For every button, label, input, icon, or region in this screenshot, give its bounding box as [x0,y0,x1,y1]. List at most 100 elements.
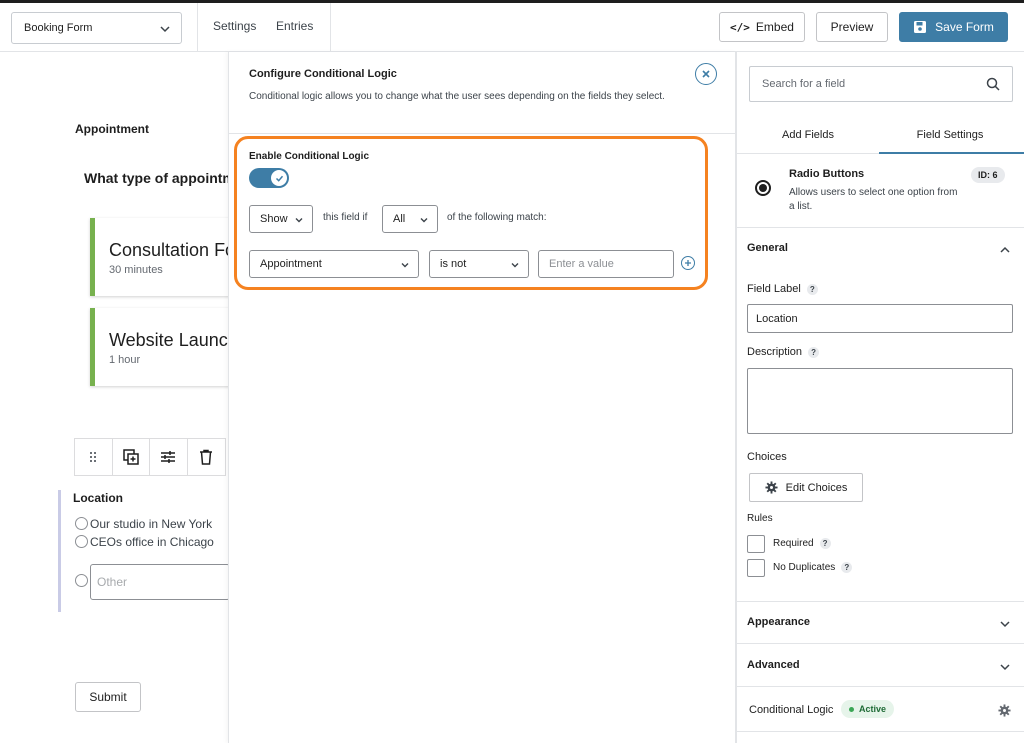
chevron-down-icon [420,218,428,223]
chevron-up-icon [1000,246,1010,253]
edit-choices-button[interactable]: Edit Choices [749,473,863,502]
help-icon[interactable]: ? [808,346,820,358]
toggle-knob [271,170,287,186]
action-select[interactable]: Show [249,205,313,233]
field-toolbar [74,438,226,476]
field-label-input[interactable] [747,304,1013,333]
tab-field-settings[interactable]: Field Settings [879,116,1024,154]
settings-sliders-icon[interactable] [150,439,188,475]
location-option-label: Our studio in New York [90,517,213,531]
tab-add-fields[interactable]: Add Fields [737,116,879,153]
required-checkbox[interactable] [747,535,765,553]
submit-button[interactable]: Submit [75,682,141,712]
location-option-label: CEOs office in Chicago [90,535,214,549]
choice-duration: 30 minutes [109,264,163,276]
rule-value-input[interactable] [538,250,674,278]
caption-text: Description [747,346,803,358]
section-title: Appointment [75,122,149,136]
modal-title: Configure Conditional Logic [249,68,397,80]
section-title: Conditional Logic [749,704,834,716]
section-title: Advanced [747,659,800,671]
close-modal-button[interactable] [695,63,717,85]
advanced-section-header[interactable]: Advanced [737,645,1024,687]
description-textarea[interactable] [747,368,1013,434]
location-radio[interactable] [75,517,88,530]
duplicate-icon[interactable] [113,439,150,475]
search-field-input[interactable]: Search for a field [749,66,1013,102]
field-type-info: Radio Buttons Allows users to select one… [737,154,1024,228]
match-select-value: All [393,213,406,225]
rule-operator-select[interactable]: is not [429,250,529,278]
modal-header: Configure Conditional Logic Conditional … [229,52,735,134]
help-icon[interactable]: ? [806,283,818,295]
checkbox-label-text: Required [773,538,814,549]
nav-settings-link[interactable]: Settings [213,19,256,33]
embed-button[interactable]: </> Embed [719,12,805,42]
drag-handle-icon[interactable] [75,439,113,475]
appearance-section-header[interactable]: Appearance [737,602,1024,644]
divider [197,3,198,52]
match-select[interactable]: All [382,205,438,233]
enable-conditional-logic-label: Enable Conditional Logic [249,151,369,162]
no-duplicates-checkbox[interactable] [747,559,765,577]
checkbox-label-text: No Duplicates [773,562,836,573]
of-following-match-text: of the following match: [447,212,547,223]
gear-icon [765,481,778,494]
add-rule-button[interactable] [681,256,695,270]
section-title: General [747,242,788,254]
help-icon[interactable]: ? [819,538,831,549]
chevron-down-icon [160,26,170,33]
tab-label: Add Fields [782,128,834,141]
close-icon [702,70,710,78]
choice-title: Website Launch [109,330,238,350]
chevron-down-icon [401,263,409,268]
conditional-logic-modal: Configure Conditional Logic Conditional … [228,52,736,743]
code-icon: </> [730,20,750,34]
save-form-button[interactable]: Save Form [899,12,1008,42]
rules-caption: Rules [747,513,773,524]
appointment-choice-card[interactable]: Consultation Form 30 minutes [90,218,256,296]
submit-button-label: Submit [89,690,127,704]
modal-description: Conditional logic allows you to change w… [249,91,665,102]
action-select-value: Show [260,213,288,225]
checkmark-icon [275,175,283,182]
preview-button[interactable]: Preview [816,12,888,42]
nav-entries-link[interactable]: Entries [276,19,313,33]
required-label: Required ? [773,538,831,549]
edit-choices-label: Edit Choices [785,481,848,494]
location-field-label: Location [73,491,123,505]
conditional-logic-active-badge: Active [841,700,895,718]
field-id-badge: ID: 6 [971,167,1005,183]
field-type-description: Allows users to select one option from a… [789,187,958,212]
status-text: Active [859,704,887,714]
general-section-header[interactable]: General [737,228,1024,270]
form-selector-dropdown[interactable]: Booking Form [11,12,182,44]
enable-conditional-logic-toggle[interactable] [249,168,289,188]
search-placeholder: Search for a field [762,78,846,90]
plus-icon [685,260,691,266]
section-title: Appearance [747,616,810,628]
trash-icon[interactable] [188,439,225,475]
other-input[interactable]: Other [90,564,230,600]
gear-icon[interactable] [998,704,1011,717]
chevron-down-icon [1000,621,1010,628]
help-icon[interactable]: ? [841,562,853,573]
form-selector-value: Booking Form [24,22,93,34]
rule-operator-value: is not [440,258,467,270]
chevron-down-icon [295,218,303,223]
tab-label: Field Settings [916,128,984,141]
field-type-name: Radio Buttons [789,168,865,180]
caption-text: Field Label [747,283,801,295]
no-duplicates-label: No Duplicates ? [773,562,853,573]
search-icon [986,77,1000,91]
rule-field-select[interactable]: Appointment [249,250,419,278]
save-form-label: Save Form [935,20,994,34]
field-settings-sidebar: Search for a field Add Fields Field Sett… [736,52,1024,743]
divider [330,3,331,52]
sidebar-tabs: Add Fields Field Settings [737,116,1024,154]
location-radio[interactable] [75,535,88,548]
appointment-choice-card[interactable]: Website Launch 1 hour [90,308,238,386]
other-input-placeholder: Other [97,575,128,589]
embed-button-label: Embed [755,20,794,34]
other-radio[interactable] [75,574,88,587]
